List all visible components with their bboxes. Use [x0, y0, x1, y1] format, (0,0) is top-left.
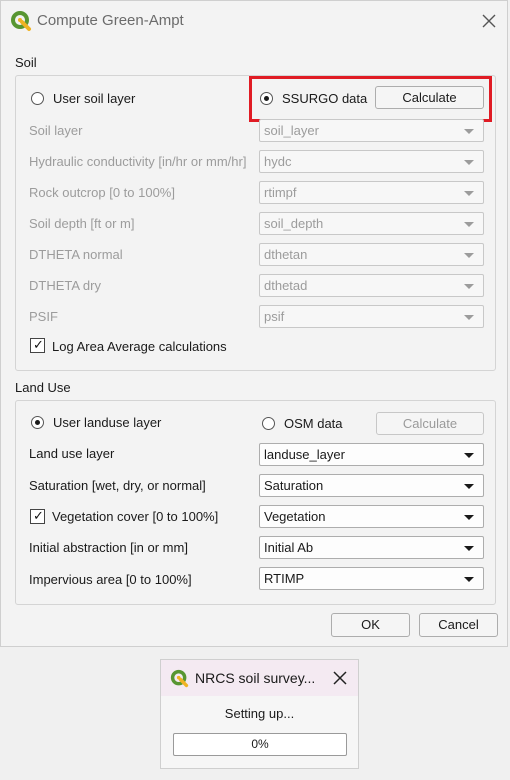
- qgis-logo-icon: [170, 669, 189, 688]
- chevron-down-icon: [464, 453, 474, 458]
- psif-select[interactable]: psif: [259, 305, 484, 328]
- highlight-box: [249, 76, 492, 122]
- chevron-down-icon: [464, 484, 474, 489]
- osm-data-radio[interactable]: [262, 417, 275, 430]
- hydraulic-conductivity-select[interactable]: hydc: [259, 150, 484, 173]
- nrcs-progress-dialog: NRCS soil survey... Setting up... 0%: [160, 659, 359, 769]
- impervious-area-value: RTIMP: [264, 571, 305, 586]
- window-title: Compute Green-Ampt: [37, 12, 184, 29]
- chevron-down-icon: [464, 515, 474, 520]
- landuse-section-label: Land Use: [15, 380, 71, 395]
- soil-depth-value: soil_depth: [264, 216, 324, 231]
- soil-layer-select[interactable]: soil_layer: [259, 119, 484, 142]
- dtheta-dry-label: DTHETA dry: [29, 278, 101, 293]
- rock-outcrop-value: rtimpf: [264, 185, 297, 200]
- landuse-layer-label: Land use layer: [29, 446, 115, 461]
- soil-layer-label: Soil layer: [29, 123, 83, 138]
- checkmark-icon: ✓: [33, 337, 44, 352]
- initial-abstraction-value: Initial Ab: [264, 540, 314, 555]
- green-ampt-dialog: Compute Green-Ampt Soil User soil layer …: [0, 0, 508, 647]
- saturation-select[interactable]: Saturation: [259, 474, 484, 497]
- user-soil-layer-label[interactable]: User soil layer: [53, 91, 135, 106]
- vegetation-value: Vegetation: [264, 509, 326, 524]
- soil-layer-value: soil_layer: [264, 123, 319, 138]
- dtheta-normal-label: DTHETA normal: [29, 247, 123, 262]
- progress-bar: 0%: [173, 733, 347, 756]
- saturation-value: Saturation: [264, 478, 324, 493]
- landuse-layer-value: landuse_layer: [264, 447, 345, 462]
- log-area-average-checkbox[interactable]: ✓: [30, 337, 45, 353]
- osm-data-label[interactable]: OSM data: [284, 416, 343, 431]
- dtheta-normal-select[interactable]: dthetan: [259, 243, 484, 266]
- hydraulic-conductivity-label: Hydraulic conductivity [in/hr or mm/hr]: [29, 154, 247, 169]
- checkmark-icon: ✓: [33, 508, 44, 523]
- chevron-down-icon: [464, 284, 474, 289]
- chevron-down-icon: [464, 253, 474, 258]
- qgis-logo-icon: [11, 11, 31, 31]
- impervious-area-select[interactable]: RTIMP: [259, 567, 484, 590]
- hydraulic-conductivity-value: hydc: [264, 154, 292, 169]
- initial-abstraction-select[interactable]: Initial Ab: [259, 536, 484, 559]
- user-landuse-layer-label[interactable]: User landuse layer: [53, 415, 161, 430]
- chevron-down-icon: [464, 222, 474, 227]
- log-area-average-label[interactable]: Log Area Average calculations: [52, 339, 227, 354]
- landuse-calculate-button[interactable]: Calculate: [376, 412, 484, 435]
- user-soil-layer-radio[interactable]: [31, 92, 44, 105]
- chevron-down-icon: [464, 577, 474, 582]
- title-bar[interactable]: Compute Green-Ampt: [1, 1, 509, 41]
- chevron-down-icon: [464, 315, 474, 320]
- psif-label: PSIF: [29, 309, 58, 324]
- ok-button[interactable]: OK: [331, 613, 410, 637]
- soil-depth-label: Soil depth [ft or m]: [29, 216, 135, 231]
- progress-dialog-title: NRCS soil survey...: [195, 670, 316, 686]
- chevron-down-icon: [464, 546, 474, 551]
- saturation-label: Saturation [wet, dry, or normal]: [29, 478, 206, 493]
- close-icon[interactable]: [330, 668, 350, 688]
- dtheta-dry-value: dthetad: [264, 278, 308, 293]
- user-landuse-layer-radio[interactable]: [31, 416, 44, 429]
- chevron-down-icon: [464, 160, 474, 165]
- rock-outcrop-select[interactable]: rtimpf: [259, 181, 484, 204]
- soil-depth-select[interactable]: soil_depth: [259, 212, 484, 235]
- progress-message: Setting up...: [224, 706, 295, 721]
- progress-text: 0%: [251, 737, 269, 751]
- vegetation-select[interactable]: Vegetation: [259, 505, 484, 528]
- close-icon[interactable]: [477, 9, 501, 33]
- soil-section-label: Soil: [15, 55, 37, 70]
- psif-value: psif: [264, 309, 285, 324]
- chevron-down-icon: [464, 129, 474, 134]
- chevron-down-icon: [464, 191, 474, 196]
- vegetation-cover-label[interactable]: Vegetation cover [0 to 100%]: [52, 509, 218, 524]
- dtheta-normal-value: dthetan: [264, 247, 308, 262]
- progress-title-bar[interactable]: NRCS soil survey...: [161, 660, 358, 696]
- dtheta-dry-select[interactable]: dthetad: [259, 274, 484, 297]
- landuse-layer-select[interactable]: landuse_layer: [259, 443, 484, 466]
- initial-abstraction-label: Initial abstraction [in or mm]: [29, 540, 188, 555]
- rock-outcrop-label: Rock outcrop [0 to 100%]: [29, 185, 175, 200]
- cancel-button[interactable]: Cancel: [419, 613, 498, 637]
- vegetation-checkbox[interactable]: ✓: [30, 508, 45, 524]
- impervious-area-label: Impervious area [0 to 100%]: [29, 572, 192, 587]
